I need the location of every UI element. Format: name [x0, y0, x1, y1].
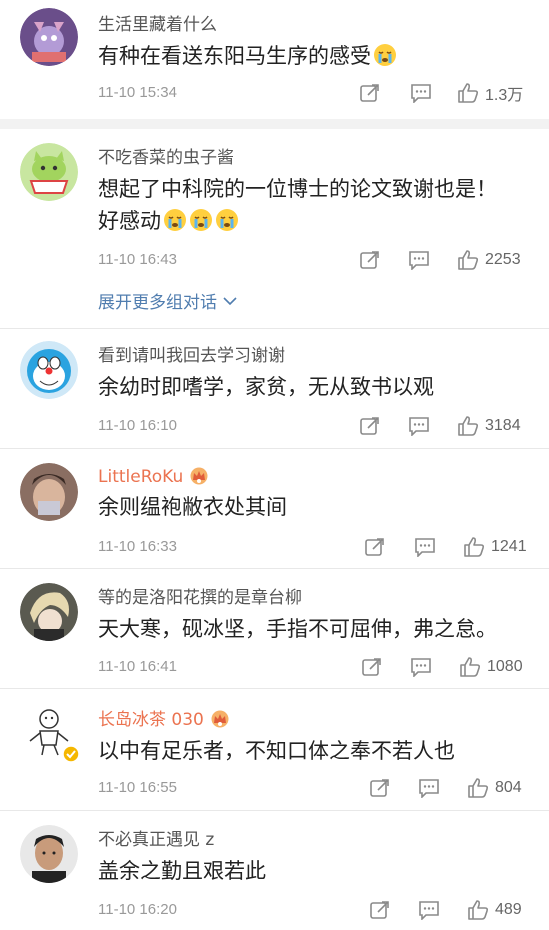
comment-text: 天大寒，砚冰坚，手指不可屈伸，弗之怠。: [98, 617, 497, 641]
thumbs-up-icon: [468, 900, 489, 920]
like-button[interactable]: 804: [467, 776, 522, 800]
forward-button[interactable]: [362, 655, 382, 679]
comment-item: 不吃香菜的虫子酱 想起了中科院的一位博士的论文致谢也是！好感动 11-10 16…: [0, 129, 549, 329]
comment-icon: [411, 658, 431, 677]
crying-emoji-icon: [189, 208, 213, 241]
thumbs-up-icon: [458, 250, 479, 270]
forward-button[interactable]: [370, 776, 390, 800]
avatar[interactable]: [20, 8, 78, 66]
comment-item: 生活里藏着什么 有种在看送东阳马生序的感受 11-10 15:34 1.3万: [0, 0, 549, 119]
username-text: LittleRoKu: [98, 467, 184, 487]
comment-text: 有种在看送东阳马生序的感受: [98, 40, 518, 76]
like-button[interactable]: 489: [467, 898, 522, 922]
forward-button[interactable]: [365, 535, 385, 559]
comment-time: 11-10 16:20: [98, 901, 177, 918]
crown-icon: [211, 710, 229, 728]
comment-button[interactable]: [410, 655, 432, 679]
like-count: 3184: [485, 417, 521, 434]
comment-text: 以中有足乐者，不知口体之奉不若人也: [98, 739, 455, 763]
comment-time: 11-10 16:43: [98, 251, 177, 268]
comment-button[interactable]: [414, 535, 436, 559]
comment-text: 余则缊袍敝衣处其间: [98, 495, 287, 519]
forward-icon: [360, 417, 379, 435]
username[interactable]: 生活里藏着什么: [98, 14, 217, 36]
comment-item: LittleRoKu 余则缊袍敝衣处其间 11-10 16:33 1241: [0, 449, 549, 569]
like-count: 1080: [487, 658, 523, 675]
verified-badge-icon: [62, 745, 80, 763]
comment-text: 盖余之勤且艰若此: [98, 859, 266, 883]
forward-icon: [362, 658, 381, 676]
forward-button[interactable]: [360, 81, 380, 105]
comment-button[interactable]: [408, 414, 430, 438]
thumbs-up-icon: [458, 83, 479, 103]
comment-text-body: 有种在看送东阳马生序的感受: [98, 44, 371, 68]
like-count: 1.3万: [485, 87, 524, 104]
thumbs-up-icon: [460, 657, 481, 677]
avatar[interactable]: [20, 583, 78, 641]
avatar[interactable]: [20, 703, 80, 763]
avatar[interactable]: [20, 463, 78, 521]
like-button[interactable]: 3184: [457, 414, 521, 438]
crown-icon: [190, 467, 208, 485]
comment-item: 等的是洛阳花撰的是章台柳 天大寒，砚冰坚，手指不可屈伸，弗之怠。 11-10 1…: [0, 569, 549, 689]
comment-icon: [409, 417, 429, 436]
username[interactable]: LittleRoKu: [98, 466, 209, 488]
comment-icon: [419, 779, 439, 798]
comment-button[interactable]: [410, 81, 432, 105]
username[interactable]: 长岛冰茶 030: [98, 709, 230, 731]
forward-icon: [370, 901, 389, 919]
username[interactable]: 不必真正遇见 z: [98, 829, 214, 851]
crying-emoji-icon: [163, 208, 187, 241]
username-text: 长岛冰茶 030: [98, 710, 204, 730]
comment-time: 11-10 16:55: [98, 779, 177, 796]
comment-time: 11-10 15:34: [98, 84, 177, 101]
comment-icon: [419, 901, 439, 920]
expand-more-button[interactable]: 展开更多组对话: [98, 288, 239, 313]
like-count: 804: [495, 779, 522, 796]
comment-time: 11-10 16:41: [98, 658, 177, 675]
thumbs-up-icon: [468, 778, 489, 798]
like-count: 489: [495, 901, 522, 918]
comment-icon: [415, 538, 435, 557]
comment-text: 余幼时即嗜学，家贫，无从致书以观: [98, 375, 434, 399]
username[interactable]: 等的是洛阳花撰的是章台柳: [98, 587, 302, 609]
avatar[interactable]: [20, 143, 78, 201]
section-divider: [0, 119, 549, 129]
comment-icon: [411, 84, 431, 103]
forward-icon: [360, 251, 379, 269]
forward-icon: [365, 538, 384, 556]
crying-emoji-icon: [373, 43, 397, 76]
like-button[interactable]: 2253: [457, 248, 521, 272]
comment-time: 11-10 16:10: [98, 417, 177, 434]
like-button[interactable]: 1.3万: [457, 81, 523, 105]
comment-button[interactable]: [418, 898, 440, 922]
avatar[interactable]: [20, 825, 78, 883]
crying-emoji-icon: [215, 208, 239, 241]
comment-button[interactable]: [408, 248, 430, 272]
comment-icon: [409, 251, 429, 270]
chevron-down-icon: [223, 296, 237, 305]
forward-icon: [360, 84, 379, 102]
comment-button[interactable]: [418, 776, 440, 800]
forward-button[interactable]: [370, 898, 390, 922]
thumbs-up-icon: [464, 537, 485, 557]
forward-button[interactable]: [360, 414, 380, 438]
comment-item: 不必真正遇见 z 盖余之勤且艰若此 11-10 16:20 489: [0, 811, 549, 930]
thumbs-up-icon: [458, 416, 479, 436]
forward-button[interactable]: [360, 248, 380, 272]
comment-text-body: 想起了中科院的一位博士的论文致谢也是！好感动: [98, 177, 497, 233]
like-button[interactable]: 1241: [463, 535, 527, 559]
avatar[interactable]: [20, 341, 78, 399]
comment-time: 11-10 16:33: [98, 538, 177, 555]
comment-text: 想起了中科院的一位博士的论文致谢也是！好感动: [98, 173, 498, 241]
comment-item: 长岛冰茶 030 以中有足乐者，不知口体之奉不若人也 11-10 16:55 8…: [0, 689, 549, 809]
username[interactable]: 不吃香菜的虫子酱: [98, 147, 234, 169]
expand-more-label: 展开更多组对话: [98, 293, 217, 313]
username[interactable]: 看到请叫我回去学习谢谢: [98, 345, 285, 367]
like-count: 1241: [491, 538, 527, 555]
like-button[interactable]: 1080: [459, 655, 523, 679]
forward-icon: [370, 779, 389, 797]
comment-item: 看到请叫我回去学习谢谢 余幼时即嗜学，家贫，无从致书以观 11-10 16:10…: [0, 329, 549, 449]
like-count: 2253: [485, 251, 521, 268]
